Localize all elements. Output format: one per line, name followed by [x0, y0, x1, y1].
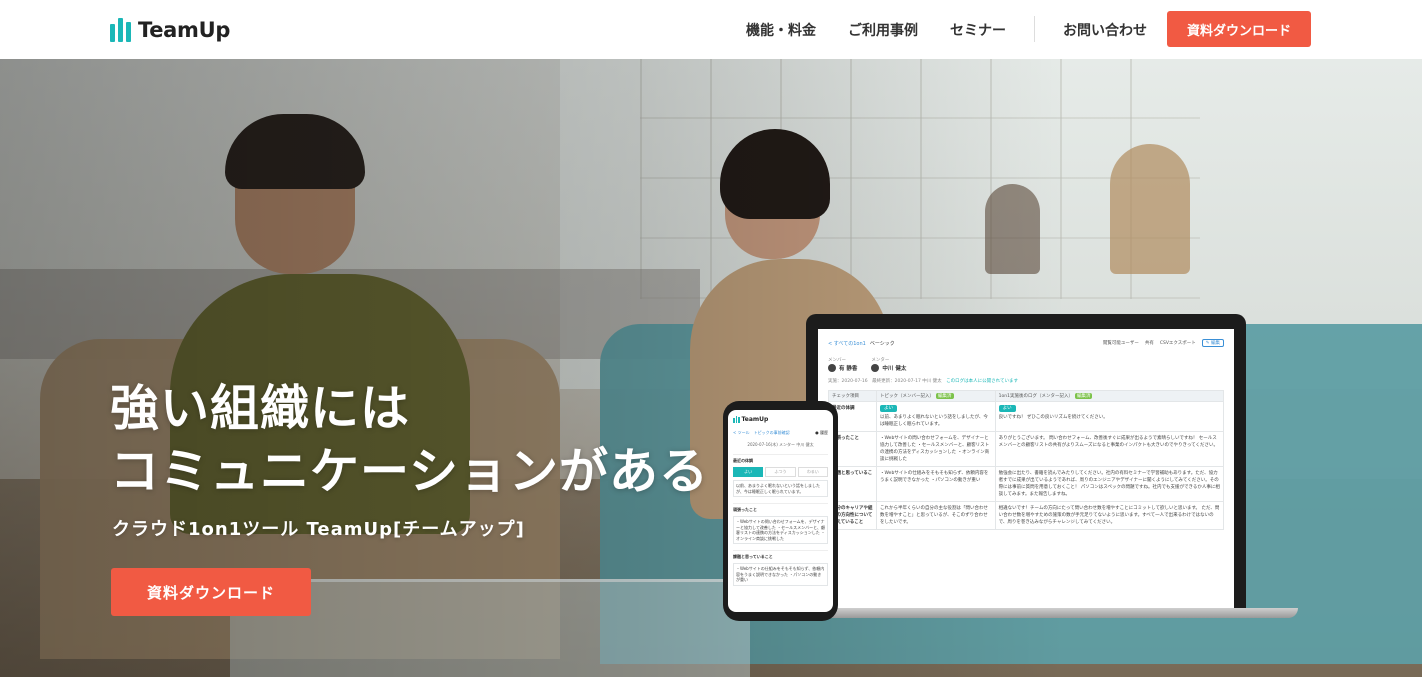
- site-header: TeamUp 機能・料金 ご利用事例 セミナー お問い合わせ 資料ダウンロード: [0, 0, 1422, 59]
- phone-section-title: 最近の体調: [733, 454, 828, 464]
- laptop-screen: < すべての1on1 ベーシック 閲覧可能ユーザー 共有 CSVエクスポート ✎ …: [818, 329, 1234, 614]
- header-download-button[interactable]: 資料ダウンロード: [1167, 11, 1311, 47]
- logo-bars-icon: [110, 18, 131, 42]
- screen-mentor: メンター 中川 健太: [871, 358, 907, 372]
- avatar: [828, 364, 836, 372]
- phone-text-box: 以前、あまりよく眠れないという話をしましたが、今は睡眠正しく眠られています。: [733, 480, 828, 497]
- teamup-logo[interactable]: TeamUp: [110, 15, 230, 45]
- laptop-base: [778, 608, 1298, 618]
- table-row: 最近の体調 よい 以前、あまりよく眠れないという話をしましたが、今は睡眠正しく眠ら…: [828, 401, 1225, 432]
- phone-section-title: 課題と思っていること: [733, 550, 828, 560]
- table-row: 自分のキャリアや組織の方向性について考えていること これから半年くらいの自分の主…: [828, 501, 1225, 530]
- phone-text-box: ・Webサイトの問い合わせフォームを、デザイナーと協力して改善した ・セールスメ…: [733, 516, 828, 544]
- nav-case-studies[interactable]: ご利用事例: [848, 20, 918, 40]
- nav-seminar[interactable]: セミナー: [950, 20, 1006, 40]
- phone-text-box: ・Webサイトの仕組みをそもそも知らず、依頼内容をうまく説明できなかった ・パソ…: [733, 563, 828, 586]
- screen-actions: 閲覧可能ユーザー 共有 CSVエクスポート ✎ 編集: [1103, 339, 1224, 347]
- hero-title-line1: 強い組織には: [110, 380, 411, 437]
- nav-divider: [1034, 16, 1035, 42]
- phone-section-title: 頑張ったこと: [733, 503, 828, 513]
- nav-features-pricing[interactable]: 機能・料金: [746, 20, 816, 40]
- logo-text: TeamUp: [138, 18, 231, 42]
- screen-member: メンバー 有 静香: [828, 358, 858, 372]
- phone-rating-tabs: よい ふつう わるい: [733, 467, 828, 477]
- hero-subtitle: クラウド1on1ツール TeamUp[チームアップ]: [112, 519, 525, 540]
- phone-mockup: TeamUp < ツール トピックの事前確認 ● 履歴 2020-07-16(木)…: [723, 401, 838, 621]
- avatar: [871, 364, 880, 372]
- logo-bars-icon: [733, 415, 740, 423]
- hero-title: 強い組織には コミュニケーションがある: [110, 377, 709, 503]
- phone-breadcrumb: < ツール トピックの事前確認 ● 履歴: [733, 430, 828, 435]
- table-row: 頑張ったこと ・Webサイトの問い合わせフォームを、デザイナーと協力して改善した…: [828, 431, 1225, 467]
- table-row: 課題と思っていること ・Webサイトの仕組みをそもそも知らず、依頼内容をうまく説…: [828, 466, 1225, 502]
- phone-screen: TeamUp < ツール トピックの事前確認 ● 履歴 2020-07-16(木)…: [728, 410, 833, 612]
- screen-breadcrumb: < すべての1on1 ベーシック: [828, 340, 895, 347]
- nav-contact[interactable]: お問い合わせ: [1063, 20, 1147, 40]
- hero-title-line2: コミュニケーションがある: [110, 443, 710, 500]
- screen-table: チェック項目 トピック（メンバー記入） 編集済 1on1実施後のログ（メンター記入…: [828, 390, 1225, 530]
- hero-download-button[interactable]: 資料ダウンロード: [111, 568, 311, 616]
- phone-date: 2020-07-16(木) メンター 中川 健太: [747, 442, 814, 447]
- laptop-mockup: < すべての1on1 ベーシック 閲覧可能ユーザー 共有 CSVエクスポート ✎ …: [806, 314, 1246, 614]
- phone-logo: TeamUp: [733, 414, 828, 424]
- screen-dates: 実施：2020-07-16 最終更新：2020-07-17 中川 健太 このログ…: [828, 379, 1019, 384]
